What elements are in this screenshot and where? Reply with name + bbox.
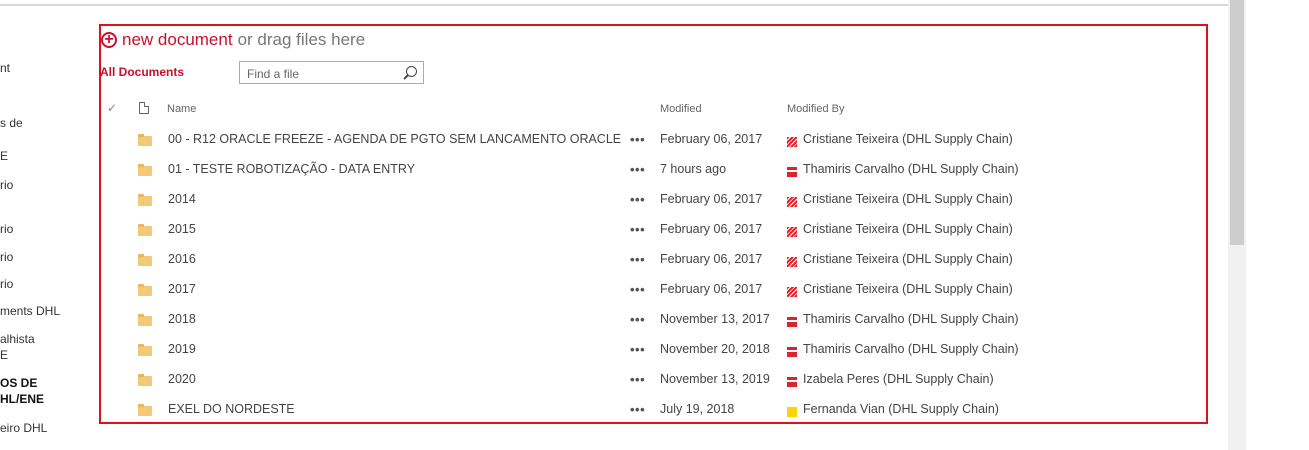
nav-item[interactable]: alhista bbox=[0, 331, 35, 347]
modified-date: February 06, 2017 bbox=[660, 222, 763, 236]
more-options-button[interactable]: ••• bbox=[630, 402, 645, 417]
table-row[interactable]: 2020 ••• November 13, 2019 Izabela Peres (D… bbox=[100, 365, 1200, 395]
more-options-button[interactable]: ••• bbox=[630, 372, 645, 387]
column-header-modified-by[interactable]: Modified By bbox=[787, 103, 844, 115]
modified-date: February 06, 2017 bbox=[660, 282, 763, 296]
presence-status-icon bbox=[787, 347, 797, 357]
more-options-button[interactable]: ••• bbox=[630, 282, 645, 297]
presence-status-icon bbox=[787, 167, 797, 177]
folder-icon bbox=[138, 404, 152, 416]
drag-files-hint: or drag files here bbox=[237, 30, 366, 49]
more-options-button[interactable]: ••• bbox=[630, 342, 645, 357]
modified-by-link[interactable]: Cristiane Teixeira (DHL Supply Chain) bbox=[803, 252, 1013, 266]
modified-by-link[interactable]: Thamiris Carvalho (DHL Supply Chain) bbox=[803, 342, 1019, 356]
presence-status-icon bbox=[787, 137, 797, 147]
nav-item[interactable]: ments DHL bbox=[0, 303, 60, 319]
modified-date: February 06, 2017 bbox=[660, 132, 763, 146]
document-type-icon bbox=[139, 102, 149, 114]
more-options-button[interactable]: ••• bbox=[630, 222, 645, 237]
view-all-documents[interactable]: All Documents bbox=[100, 65, 184, 79]
more-options-button[interactable]: ••• bbox=[630, 132, 645, 147]
modified-by-link[interactable]: Cristiane Teixeira (DHL Supply Chain) bbox=[803, 222, 1013, 236]
item-name-link[interactable]: 2016 bbox=[168, 252, 196, 266]
item-name-link[interactable]: EXEL DO NORDESTE bbox=[168, 402, 295, 416]
modified-date: July 19, 2018 bbox=[660, 402, 735, 416]
left-navigation: nt s de Erio rio rio rio ments DHL alhista E OS D… bbox=[0, 0, 95, 450]
search-input[interactable] bbox=[245, 63, 399, 84]
nav-item[interactable]: HL/ENE bbox=[0, 391, 44, 407]
folder-icon bbox=[138, 344, 152, 356]
item-name-link[interactable]: 2014 bbox=[168, 192, 196, 206]
more-options-button[interactable]: ••• bbox=[630, 252, 645, 267]
search-icon[interactable] bbox=[406, 66, 417, 77]
nav-item[interactable]: rio bbox=[0, 249, 13, 265]
item-name-link[interactable]: 2018 bbox=[168, 312, 196, 326]
more-options-button[interactable]: ••• bbox=[630, 162, 645, 177]
presence-status-icon bbox=[787, 407, 797, 417]
nav-item[interactable]: nt bbox=[0, 60, 10, 76]
table-row[interactable]: 2019 ••• November 20, 2018 Thamiris Carvalh… bbox=[100, 335, 1200, 365]
nav-item[interactable]: eiro DHL bbox=[0, 420, 47, 436]
modified-date: February 06, 2017 bbox=[660, 252, 763, 266]
nav-item[interactable]: rio bbox=[0, 177, 13, 193]
presence-status-icon bbox=[787, 197, 797, 207]
folder-icon bbox=[138, 164, 152, 176]
folder-icon bbox=[138, 224, 152, 236]
more-options-button[interactable]: ••• bbox=[630, 312, 645, 327]
modified-by-link[interactable]: Izabela Peres (DHL Supply Chain) bbox=[803, 372, 994, 386]
modified-date: November 20, 2018 bbox=[660, 342, 770, 356]
folder-icon bbox=[138, 254, 152, 266]
table-row[interactable]: 2018 ••• November 13, 2017 Thamiris Carvalh… bbox=[100, 305, 1200, 335]
nav-item[interactable]: E bbox=[0, 347, 8, 363]
folder-icon bbox=[138, 374, 152, 386]
modified-date: 7 hours ago bbox=[660, 162, 727, 176]
modified-by-link[interactable]: Cristiane Teixeira (DHL Supply Chain) bbox=[803, 282, 1013, 296]
presence-status-icon bbox=[787, 377, 797, 387]
modified-by-link[interactable]: Fernanda Vian (DHL Supply Chain) bbox=[803, 402, 999, 416]
top-divider bbox=[0, 4, 1228, 6]
nav-item[interactable]: rio bbox=[0, 276, 13, 292]
modified-date: February 06, 2017 bbox=[660, 192, 763, 206]
new-document-bar: + new document or drag files here bbox=[101, 30, 365, 50]
search-box bbox=[239, 61, 424, 84]
modified-by-link[interactable]: Cristiane Teixeira (DHL Supply Chain) bbox=[803, 192, 1013, 206]
presence-status-icon bbox=[787, 287, 797, 297]
item-name-link[interactable]: 2020 bbox=[168, 372, 196, 386]
table-row[interactable]: 2016 ••• February 06, 2017 Cristiane Teixei… bbox=[100, 245, 1200, 275]
presence-status-icon bbox=[787, 317, 797, 327]
folder-icon bbox=[138, 314, 152, 326]
modified-by-link[interactable]: Cristiane Teixeira (DHL Supply Chain) bbox=[803, 132, 1013, 146]
modified-date: November 13, 2019 bbox=[660, 372, 770, 386]
item-name-link[interactable]: 00 - R12 ORACLE FREEZE - AGENDA DE PGTO … bbox=[168, 132, 621, 146]
scrollbar-thumb[interactable] bbox=[1230, 0, 1244, 245]
nav-item[interactable]: E bbox=[0, 148, 8, 164]
add-circle-icon[interactable]: + bbox=[101, 32, 117, 48]
table-row[interactable]: 2017 ••• February 06, 2017 Cristiane Teixei… bbox=[100, 275, 1200, 305]
table-row[interactable]: 2015 ••• February 06, 2017 Cristiane Teixei… bbox=[100, 215, 1200, 245]
new-document-link[interactable]: new document bbox=[122, 30, 233, 50]
folder-icon bbox=[138, 134, 152, 146]
table-row[interactable]: 2014 ••• February 06, 2017 Cristiane Teixei… bbox=[100, 185, 1200, 215]
nav-item[interactable]: rio bbox=[0, 221, 13, 237]
nav-item[interactable]: OS DE bbox=[0, 375, 37, 391]
item-name-link[interactable]: 2017 bbox=[168, 282, 196, 296]
modified-date: November 13, 2017 bbox=[660, 312, 770, 326]
item-name-link[interactable]: 2015 bbox=[168, 222, 196, 236]
modified-by-link[interactable]: Thamiris Carvalho (DHL Supply Chain) bbox=[803, 162, 1019, 176]
column-header-name[interactable]: Name bbox=[167, 103, 196, 115]
folder-icon bbox=[138, 194, 152, 206]
item-name-link[interactable]: 2019 bbox=[168, 342, 196, 356]
table-row[interactable]: EXEL DO NORDESTE ••• July 19, 2018 Fernanda… bbox=[100, 395, 1200, 425]
nav-item[interactable]: s de bbox=[0, 115, 23, 131]
modified-by-link[interactable]: Thamiris Carvalho (DHL Supply Chain) bbox=[803, 312, 1019, 326]
table-row[interactable]: 01 - TESTE ROBOTIZAÇÃO - DATA ENTRY ••• 7 … bbox=[100, 155, 1200, 185]
presence-status-icon bbox=[787, 227, 797, 237]
presence-status-icon bbox=[787, 257, 797, 267]
more-options-button[interactable]: ••• bbox=[630, 192, 645, 207]
folder-icon bbox=[138, 284, 152, 296]
item-name-link[interactable]: 01 - TESTE ROBOTIZAÇÃO - DATA ENTRY bbox=[168, 162, 415, 176]
table-row[interactable]: 00 - R12 ORACLE FREEZE - AGENDA DE PGTO … bbox=[100, 125, 1200, 155]
select-all-checkmark-icon[interactable]: ✓ bbox=[107, 101, 117, 115]
column-header-modified[interactable]: Modified bbox=[660, 103, 702, 115]
